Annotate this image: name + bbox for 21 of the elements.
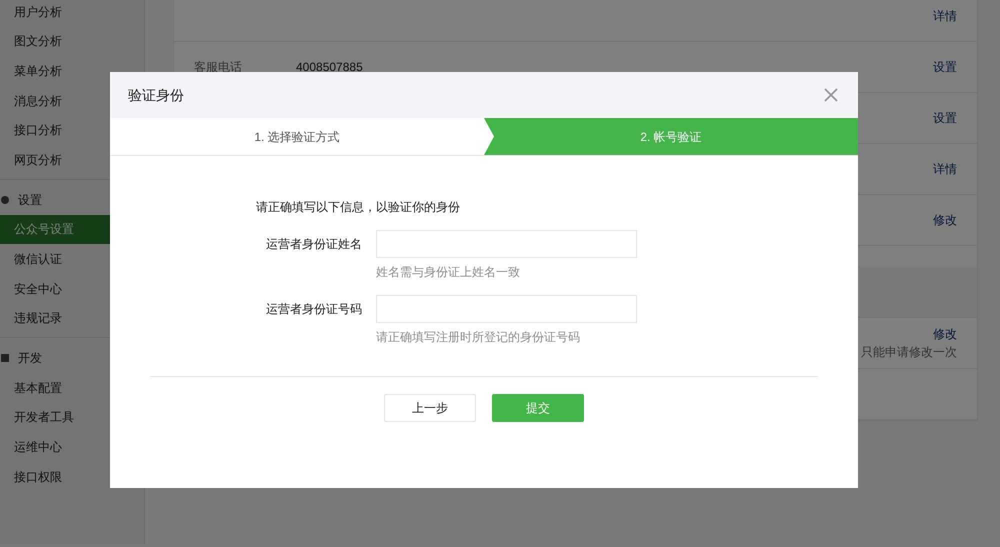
field-hint: 请正确填写注册时所登记的身份证号码 xyxy=(376,329,581,346)
row-label: 客服电话 xyxy=(194,59,243,76)
row-link[interactable]: 详情 xyxy=(933,7,957,25)
dialog-title: 验证身份 xyxy=(128,86,184,104)
submit-button[interactable]: 提交 xyxy=(492,394,584,422)
sidebar-item[interactable]: 用户分析 xyxy=(0,0,144,27)
row-value: 4008507885 xyxy=(296,59,363,76)
row-link[interactable]: 详情 xyxy=(933,160,957,178)
intro-text: 请正确填写以下信息，以验证你的身份 xyxy=(256,199,461,216)
sidebar-item[interactable]: 图文分析 xyxy=(0,26,144,56)
row-link[interactable]: 设置 xyxy=(933,109,957,127)
back-button[interactable]: 上一步 xyxy=(384,394,476,422)
row-link[interactable]: 修改 xyxy=(933,325,957,343)
row-note: 只能申请修改一次 xyxy=(861,344,957,361)
row-link[interactable]: 修改 xyxy=(933,211,957,229)
field-hint: 姓名需与身份证上姓名一致 xyxy=(376,264,521,281)
field-label: 运营者身份证号码 xyxy=(265,301,363,318)
row-link[interactable]: 设置 xyxy=(933,58,957,76)
sidebar-group-title: 设置 xyxy=(17,192,42,210)
field-label: 运营者身份证姓名 xyxy=(265,236,363,253)
sidebar-group-title: 开发 xyxy=(17,350,42,368)
